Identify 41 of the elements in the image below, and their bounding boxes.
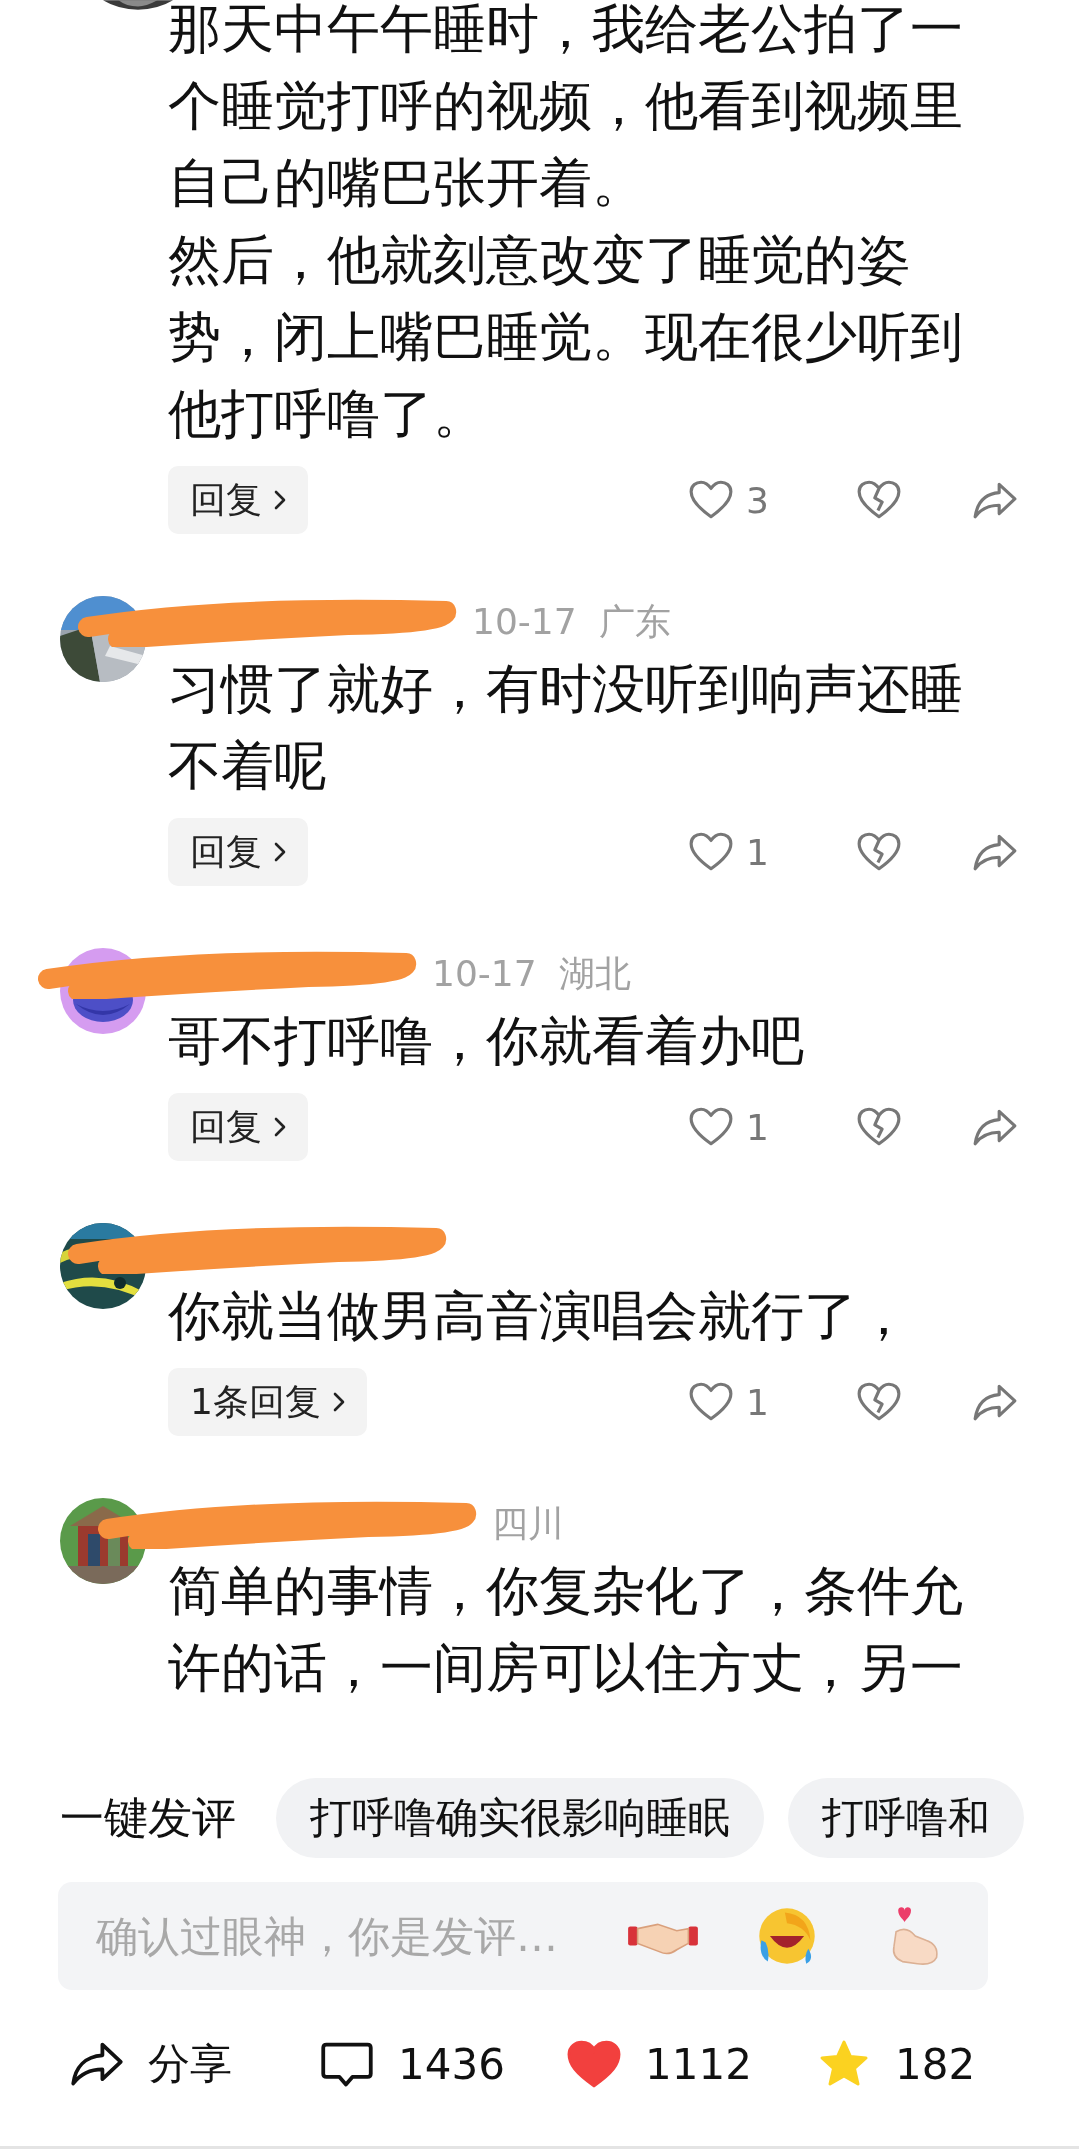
like-count: 3 <box>746 479 770 521</box>
share-label: 分享 <box>148 2038 232 2090</box>
comment-field[interactable]: 确认过眼神，你是发评… <box>58 1882 988 1990</box>
like-count: 1 <box>746 831 770 873</box>
comment-text: 你就当做男高音演唱会就行了， <box>168 1284 911 1348</box>
heart-icon[interactable] <box>688 1381 734 1423</box>
broken-heart-icon[interactable] <box>856 479 902 521</box>
comment-label: 1436 <box>398 2039 505 2089</box>
comment-text: 那天中午午睡时，我给老公拍了一个睡觉打呼的视频，他看到视频里自己的嘴巴张开着。 <box>168 0 964 215</box>
comment-icon[interactable] <box>320 2040 374 2088</box>
comment-text: 哥不打呼噜，你就看着办吧 <box>168 1009 805 1073</box>
heart-icon[interactable] <box>567 2040 621 2088</box>
reply-button[interactable]: 回复 <box>168 818 308 886</box>
heart-icon[interactable] <box>688 831 734 873</box>
heart-icon[interactable] <box>688 1106 734 1148</box>
like-label: 1112 <box>645 2039 752 2089</box>
broken-heart-icon[interactable] <box>856 1106 902 1148</box>
comment-text: 简单的事情，你复杂化了，条件允许的话，一间房可以住方丈，另一 <box>168 1559 964 1700</box>
quick-comment-label: 一键发评 <box>60 1790 236 1845</box>
comment-text: 然后，他就刻意改变了睡觉的姿势，闭上嘴巴睡觉。现在很少听到他打呼噜了。 <box>168 228 964 446</box>
share-icon[interactable] <box>70 2040 124 2088</box>
reply-button[interactable]: 回复 <box>168 466 308 534</box>
like-count: 1 <box>746 1106 770 1148</box>
comment-text: 习惯了就好，有时没听到响声还睡不着呢 <box>168 657 964 798</box>
chevron-icon <box>274 842 286 862</box>
chevron-icon <box>332 1392 345 1412</box>
chevron-icon <box>274 490 286 510</box>
heart-icon[interactable] <box>688 479 734 521</box>
comment-meta: 10-17 湖北 <box>432 951 632 996</box>
quick-comment-chip[interactable]: 打呼噜确实很影响睡眠 <box>276 1778 764 1858</box>
broken-heart-icon[interactable] <box>856 831 902 873</box>
reply-button[interactable]: 1条回复 <box>168 1368 367 1436</box>
chevron-icon <box>274 1117 286 1137</box>
broken-heart-icon[interactable] <box>856 1381 902 1423</box>
like-count: 1 <box>746 1381 770 1423</box>
comment-meta: 四川 <box>492 1501 564 1546</box>
comment-input[interactable]: 确认过眼神，你是发评… <box>94 1910 576 1962</box>
comment-meta: 10-17 广东 <box>472 599 672 644</box>
quick-comment-chip[interactable]: 打呼噜和 <box>788 1778 1024 1858</box>
reply-button[interactable]: 回复 <box>168 1093 308 1161</box>
favorite-label: 182 <box>895 2039 976 2089</box>
